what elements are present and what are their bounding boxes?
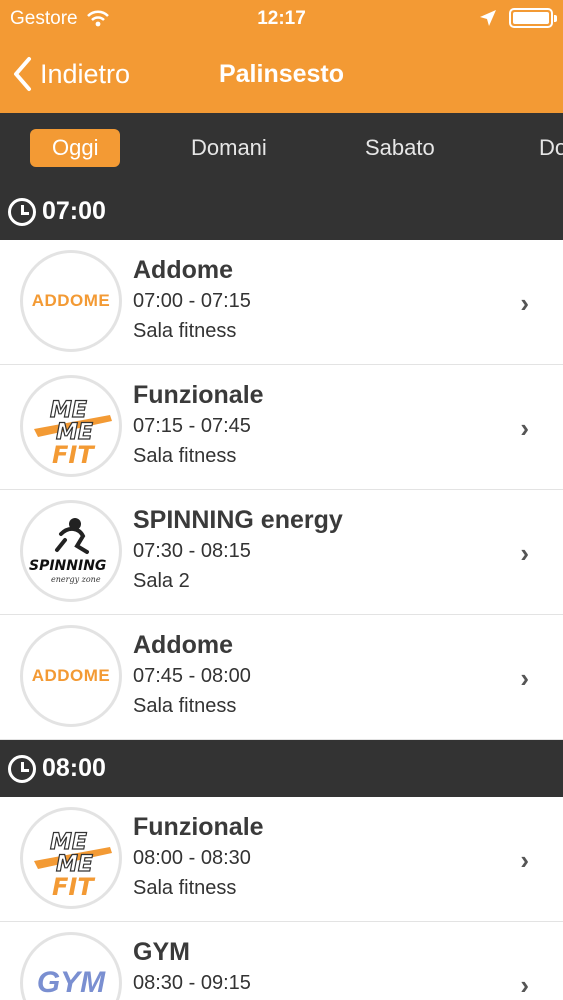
list-item[interactable]: ME ME FIT Funzionale 08:00 - 08:30 Sala … [0, 797, 563, 922]
navigation-bar: Indietro Palinsesto [0, 40, 563, 113]
list-item[interactable]: GYM GYM 08:30 - 09:15 › [0, 922, 563, 1000]
memefit-logo-graphic: ME ME FIT [34, 829, 112, 901]
class-time: 08:30 - 09:15 [133, 972, 251, 994]
page-title: Palinsesto [218, 60, 345, 88]
list-item[interactable]: SPINNING energy zone SPINNING energy 07:… [0, 490, 563, 615]
chevron-right-icon: › [520, 970, 529, 1000]
class-room: Sala fitness [133, 445, 237, 467]
chevron-right-icon: › [520, 288, 529, 318]
class-name: Funzionale [133, 381, 264, 409]
spinning-logo-graphic: SPINNING energy zone [29, 518, 106, 584]
tab-domani[interactable]: Domani [191, 129, 267, 167]
location-icon [480, 10, 496, 26]
chevron-right-icon: › [520, 413, 529, 443]
clock-icon [8, 754, 36, 783]
class-name: Funzionale [133, 813, 264, 841]
chevron-right-icon: › [520, 845, 529, 875]
memefit-logo-graphic: ME ME FIT [34, 397, 112, 469]
class-name: Addome [133, 631, 233, 659]
list-item[interactable]: ADDOME Addome 07:45 - 08:00 Sala fitness… [0, 615, 563, 740]
addome-logo-text: ADDOME [31, 291, 111, 310]
list-item[interactable]: ME ME FIT Funzionale 07:15 - 07:45 Sala … [0, 365, 563, 490]
svg-text:energy zone: energy zone [51, 575, 101, 584]
svg-text:FIT: FIT [52, 873, 95, 901]
tab-sabato[interactable]: Sabato [365, 129, 435, 167]
section-header: 07:00 [0, 183, 563, 240]
class-room: Sala fitness [133, 320, 237, 342]
gym-logo-text: GYM [36, 966, 106, 999]
class-room: Sala fitness [133, 695, 237, 717]
svg-text:FIT: FIT [52, 441, 95, 469]
section-header: 08:00 [0, 740, 563, 797]
day-tabs: Oggi Domani Sabato Do [0, 113, 563, 183]
tab-oggi[interactable]: Oggi [30, 129, 121, 167]
class-name: SPINNING energy [133, 506, 343, 534]
class-name: GYM [133, 938, 190, 966]
class-time: 07:00 - 07:15 [133, 290, 251, 312]
class-time: 08:00 - 08:30 [133, 847, 251, 869]
class-logo: ADDOME [20, 625, 122, 727]
top-bar: Gestore 12:17 Indietro Palinsesto [0, 0, 563, 113]
chevron-right-icon: › [520, 663, 529, 693]
svg-text:SPINNING: SPINNING [29, 558, 106, 574]
class-room: Sala fitness [133, 877, 237, 899]
class-time: 07:15 - 07:45 [133, 415, 251, 437]
class-logo: GYM [20, 932, 122, 1000]
list-item[interactable]: ADDOME Addome 07:00 - 07:15 Sala fitness… [0, 240, 563, 365]
section-time: 07:00 [42, 197, 106, 225]
class-name: Addome [133, 256, 233, 284]
clock-icon [8, 197, 36, 226]
status-bar: Gestore 12:17 [0, 0, 563, 40]
chevron-right-icon: › [520, 538, 529, 568]
addome-logo-text: ADDOME [31, 666, 111, 685]
class-time: 07:30 - 08:15 [133, 540, 251, 562]
memefit-logo-icon: ME ME FIT [20, 807, 122, 909]
battery-icon [509, 8, 557, 28]
status-right [479, 8, 557, 28]
class-logo: ADDOME [20, 250, 122, 352]
tab-domenica[interactable]: Do [539, 129, 563, 167]
spinning-logo-icon: SPINNING energy zone [20, 500, 122, 602]
class-room: Sala 2 [133, 570, 190, 592]
section-time: 08:00 [42, 754, 106, 782]
memefit-logo-icon: ME ME FIT [20, 375, 122, 477]
class-time: 07:45 - 08:00 [133, 665, 251, 687]
